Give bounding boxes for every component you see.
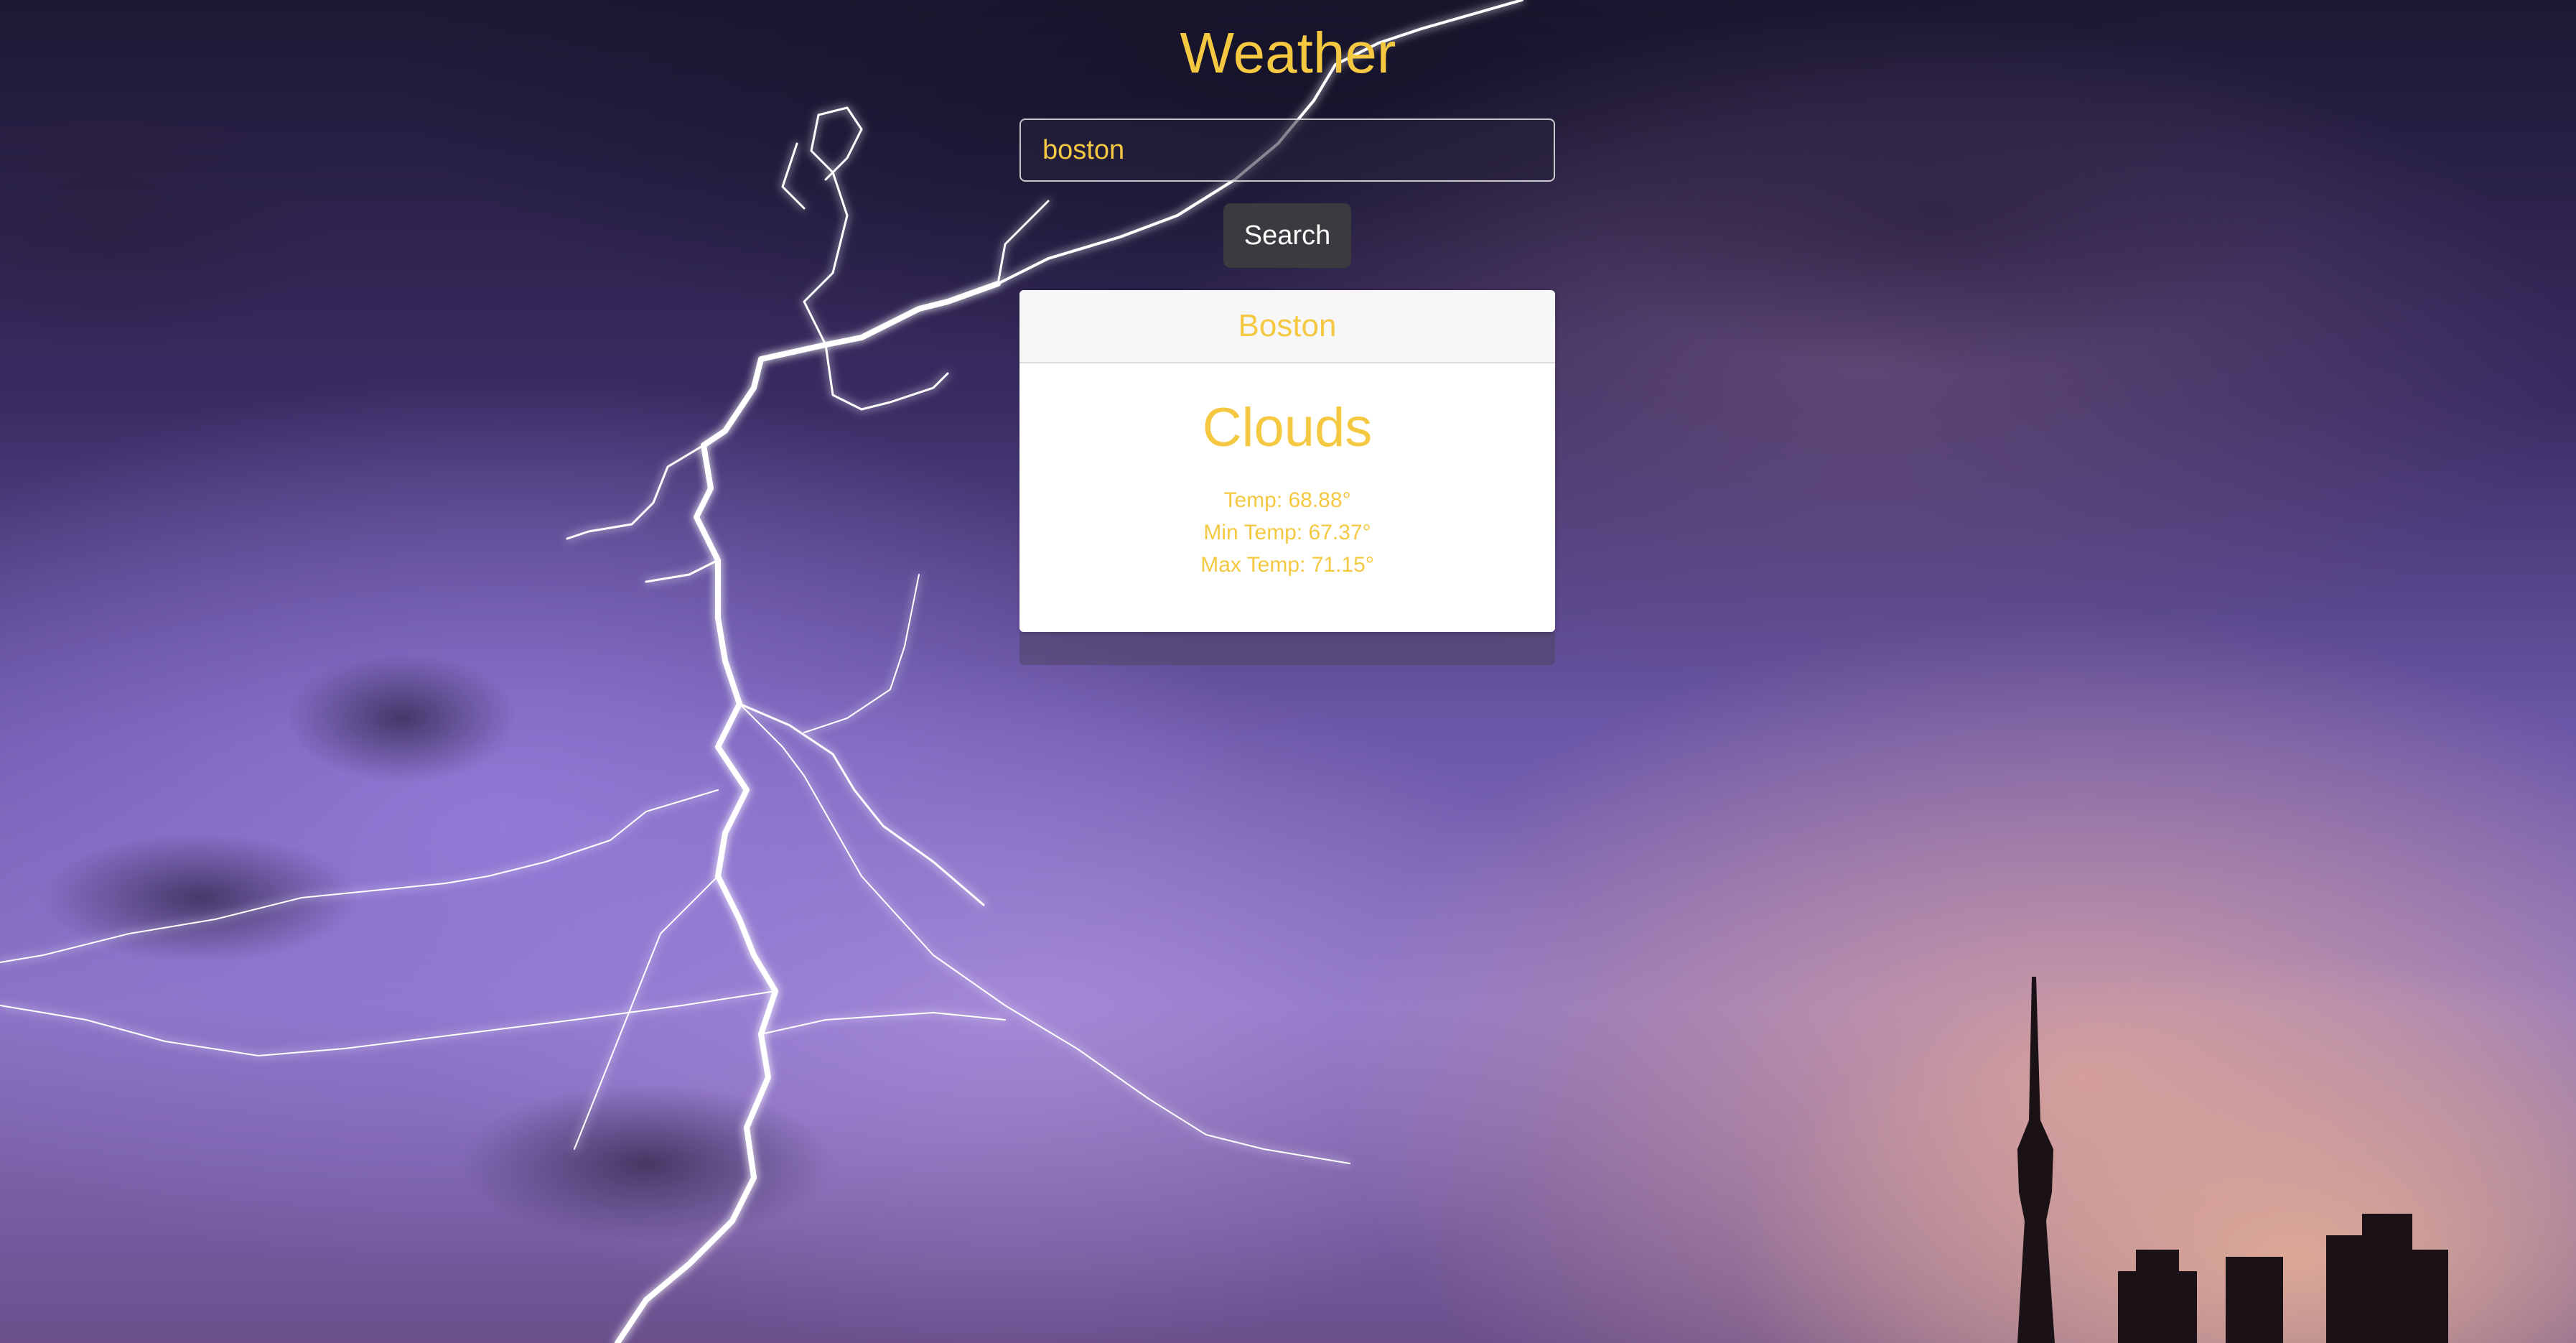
cloud-shape bbox=[1579, 57, 2297, 373]
weather-card: Boston Clouds Temp: 68.88° Min Temp: 67.… bbox=[1019, 290, 1555, 632]
max-temp-value: Max Temp: 71.15° bbox=[1200, 553, 1374, 577]
min-temp-value: Min Temp: 67.37° bbox=[1203, 521, 1371, 544]
city-skyline bbox=[2017, 977, 2448, 1343]
temp-value: Temp: 68.88° bbox=[1223, 488, 1351, 512]
cloud-shape bbox=[459, 1084, 833, 1242]
cloud-shape bbox=[0, 86, 337, 345]
card-footer bbox=[1019, 632, 1555, 665]
lightning-storm-illustration bbox=[0, 0, 2448, 1343]
weather-card-body: Clouds Temp: 68.88° Min Temp: 67.37° Max… bbox=[1019, 392, 1555, 581]
search-input[interactable] bbox=[1019, 118, 1555, 182]
weather-stats: Temp: 68.88° Min Temp: 67.37° Max Temp: … bbox=[1019, 484, 1555, 581]
search-button[interactable]: Search bbox=[1223, 203, 1351, 268]
background-image bbox=[0, 0, 2576, 1343]
cloud-shape bbox=[287, 654, 517, 783]
city-name: Boston bbox=[1019, 290, 1555, 363]
weather-condition: Clouds bbox=[1202, 397, 1373, 458]
app-title: Weather bbox=[1180, 21, 1396, 85]
